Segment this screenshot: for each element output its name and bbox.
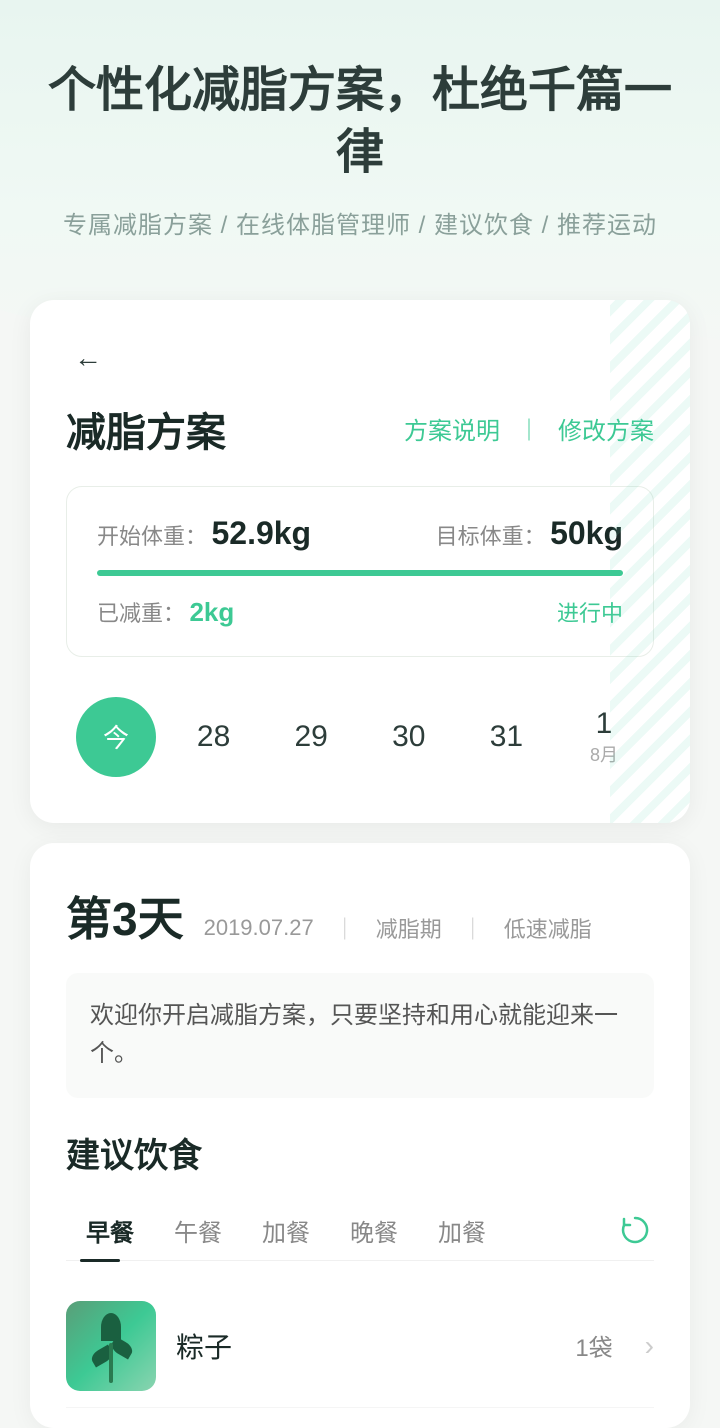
plant-top <box>101 1313 121 1341</box>
hero-subtitle: 专属减脂方案 / 在线体脂管理师 / 建议饮食 / 推荐运动 <box>40 205 680 240</box>
diet-section: 建议饮食 早餐 午餐 加餐 晚餐 加餐 <box>66 1128 654 1408</box>
weight-row: 开始体重： 52.9kg 目标体重： 50kg <box>97 515 623 552</box>
weight-lost-row: 已减重： 2kg 进行中 <box>97 596 623 628</box>
card-actions: 方案说明 ｜ 修改方案 <box>404 411 654 446</box>
start-weight-label: 开始体重： <box>97 524 207 549</box>
plant-stem <box>109 1343 113 1383</box>
target-weight-group: 目标体重： 50kg <box>436 515 623 552</box>
calendar-day-1[interactable]: 1 8月 <box>564 697 644 777</box>
weight-lost-label: 已减重： <box>97 601 185 626</box>
calendar-day-31[interactable]: 31 <box>466 697 546 777</box>
food-image-inner <box>66 1301 156 1391</box>
day-number: 第3天 <box>66 883 184 949</box>
calendar-strip: 今 28 29 30 31 1 8月 <box>66 677 654 787</box>
day-type: 低速减脂 <box>504 912 592 944</box>
day-header: 第3天 2019.07.27 ｜ 减脂期 ｜ 低速减脂 <box>66 883 654 949</box>
cal-day-1: 1 <box>596 707 613 741</box>
day-meta: 2019.07.27 ｜ 减脂期 ｜ 低速减脂 <box>204 912 592 944</box>
cal-month-august: 8月 <box>590 741 618 767</box>
meal-tabs: 早餐 午餐 加餐 晚餐 加餐 <box>66 1201 654 1261</box>
start-weight-group: 开始体重： 52.9kg <box>97 515 311 552</box>
calendar-day-29[interactable]: 29 <box>271 697 351 777</box>
card-title: 减脂方案 <box>66 400 226 458</box>
target-weight-value: 50kg <box>550 515 623 551</box>
calendar-day-28[interactable]: 28 <box>174 697 254 777</box>
food-quantity: 1袋 <box>575 1328 612 1363</box>
calendar-day-30[interactable]: 30 <box>369 697 449 777</box>
plan-explain-button[interactable]: 方案说明 <box>404 411 500 446</box>
tab-dinner[interactable]: 晚餐 <box>330 1201 418 1260</box>
weight-lost-value: 2kg <box>189 597 234 627</box>
cal-day-today: 今 <box>103 718 129 755</box>
cal-day-31: 31 <box>490 720 523 754</box>
refresh-button[interactable] <box>616 1211 654 1249</box>
tab-snack1[interactable]: 加餐 <box>242 1201 330 1260</box>
tab-breakfast[interactable]: 早餐 <box>66 1201 154 1260</box>
target-weight-label: 目标体重： <box>436 524 546 549</box>
food-image <box>66 1301 156 1391</box>
day-date: 2019.07.27 <box>204 915 314 941</box>
cal-day-30: 30 <box>392 720 425 754</box>
hero-title: 个性化减脂方案，杜绝千篇一律 <box>40 60 680 185</box>
calendar-today[interactable]: 今 <box>76 697 156 777</box>
food-item[interactable]: 粽子 1袋 › <box>66 1285 654 1408</box>
actions-divider: ｜ <box>518 413 540 445</box>
weight-lost-group: 已减重： 2kg <box>97 596 234 628</box>
weight-progress-bar <box>97 570 623 576</box>
day-detail-section: 第3天 2019.07.27 ｜ 减脂期 ｜ 低速减脂 欢迎你开启减脂方案，只要… <box>30 843 690 1428</box>
card-header: 减脂方案 方案说明 ｜ 修改方案 <box>66 400 654 458</box>
refresh-icon-svg <box>619 1214 651 1246</box>
cal-day-28: 28 <box>197 720 230 754</box>
day-meta-sep: ｜ <box>334 912 356 944</box>
weight-info-box: 开始体重： 52.9kg 目标体重： 50kg 已减重： 2kg 进行中 <box>66 486 654 657</box>
day-meta-sep2: ｜ <box>462 912 484 944</box>
main-plan-card: ← 减脂方案 方案说明 ｜ 修改方案 开始体重： 52.9kg 目标体重： 50… <box>30 300 690 823</box>
start-weight-value: 52.9kg <box>211 515 311 551</box>
day-phase: 减脂期 <box>376 912 442 944</box>
plan-modify-button[interactable]: 修改方案 <box>558 411 654 446</box>
diet-title: 建议饮食 <box>66 1128 654 1177</box>
cal-day-29: 29 <box>295 720 328 754</box>
plant-illustration <box>81 1313 141 1383</box>
food-item-arrow-icon: › <box>645 1330 654 1362</box>
back-button[interactable]: ← <box>66 336 110 380</box>
welcome-text: 欢迎你开启减脂方案，只要坚持和用心就能迎来一个。 <box>66 973 654 1098</box>
back-arrow-icon: ← <box>74 342 102 374</box>
status-badge: 进行中 <box>557 596 623 628</box>
food-name: 粽子 <box>176 1326 555 1366</box>
tab-snack2[interactable]: 加餐 <box>418 1201 506 1260</box>
tab-lunch[interactable]: 午餐 <box>154 1201 242 1260</box>
